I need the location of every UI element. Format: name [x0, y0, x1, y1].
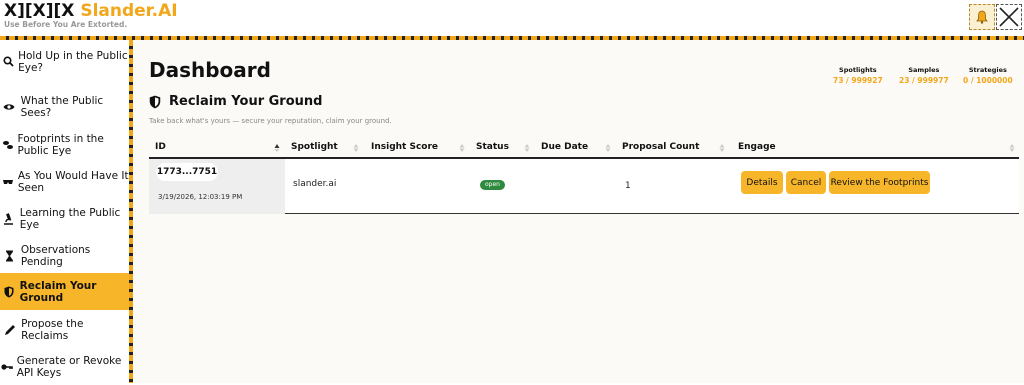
- sort-icon[interactable]: [459, 143, 465, 153]
- stat-value: 23 / 999977: [899, 76, 949, 85]
- sidebar-item-reclaim[interactable]: Reclaim Your Ground: [0, 273, 129, 310]
- reclaims-table: ID Spotlight Insight Score Status Due Da…: [149, 139, 1019, 214]
- status-badge: open: [480, 180, 505, 190]
- brand-name: Slander.AI: [80, 1, 178, 21]
- sidebar-item-label: Propose the Reclaims: [21, 317, 84, 342]
- brand-tagline: Use Before You Are Extorted.: [4, 20, 128, 29]
- sidebar-item-label: As You Would Have It Seen: [17, 169, 129, 194]
- bell-icon: [976, 10, 988, 24]
- sidebar-item-label: Footprints in the Public Eye: [17, 132, 104, 157]
- column-header-engage[interactable]: Engage: [738, 142, 776, 152]
- main-content: Dashboard Spotlights 73 / 999927 Samples…: [133, 40, 1024, 383]
- stat-samples: Samples 23 / 999977: [899, 66, 949, 85]
- sidebar-item-footprints[interactable]: Footprints in the Public Eye: [0, 126, 129, 163]
- sidebar-item-label: Learning the Public Eye: [19, 206, 121, 231]
- shield-icon: [0, 286, 18, 298]
- key-icon: [0, 362, 15, 372]
- notification-button[interactable]: [969, 4, 995, 30]
- sort-icon[interactable]: [524, 143, 530, 153]
- spotlight-cell: slander.ai: [293, 179, 337, 189]
- sidebar-item-public-sees[interactable]: What the Public Sees?: [0, 88, 129, 125]
- stat-spotlights: Spotlights 73 / 999927: [833, 66, 883, 85]
- stat-value: 0 / 1000000: [963, 76, 1013, 85]
- record-date: 3/19/2026, 12:03:19 PM: [158, 193, 243, 201]
- record-id[interactable]: 1773...7751: [156, 163, 218, 181]
- table-header: ID Spotlight Insight Score Status Due Da…: [149, 139, 1019, 159]
- sidebar-item-label: Generate or Revoke API Keys: [16, 354, 122, 379]
- eye-icon: [0, 103, 19, 111]
- stat-label: Samples: [908, 66, 940, 74]
- stat-value: 73 / 999927: [833, 76, 883, 85]
- sort-icon[interactable]: [353, 143, 359, 153]
- footprints-icon: [0, 140, 16, 150]
- proposal-count-cell: 1: [625, 181, 631, 191]
- microscope-icon: [0, 212, 18, 225]
- sort-asc-icon[interactable]: [274, 143, 280, 153]
- brand-mark: X][X][X: [4, 1, 75, 21]
- sidebar-item-label: Reclaim Your Ground: [19, 279, 97, 304]
- sidebar-item-learning[interactable]: Learning the Public Eye: [0, 200, 129, 237]
- close-icon: [999, 7, 1019, 27]
- column-header-proposal-count[interactable]: Proposal Count: [622, 142, 699, 152]
- column-header-status[interactable]: Status: [476, 142, 509, 152]
- column-header-due-date[interactable]: Due Date: [541, 142, 588, 152]
- sort-icon[interactable]: [719, 143, 725, 153]
- sidebar-item-label: What the Public Sees?: [20, 94, 104, 119]
- search-icon: [0, 56, 16, 67]
- column-header-spotlight[interactable]: Spotlight: [291, 142, 338, 152]
- shield-icon: [149, 95, 161, 108]
- section-title-text: Reclaim Your Ground: [169, 94, 323, 109]
- sidebar-item-api-keys[interactable]: Generate or Revoke API Keys: [0, 348, 129, 385]
- stat-label: Spotlights: [839, 66, 877, 74]
- close-button[interactable]: [996, 4, 1022, 30]
- sort-icon[interactable]: [1009, 143, 1015, 153]
- face-icon: [0, 177, 16, 187]
- sidebar-item-label: Observations Pending: [20, 243, 91, 268]
- section-title: Reclaim Your Ground: [149, 94, 322, 109]
- sidebar: Hold Up in the Public Eye? What the Publ…: [0, 40, 129, 383]
- stat-label: Strategies: [968, 66, 1007, 74]
- hourglass-icon: [0, 250, 19, 262]
- review-footprints-button[interactable]: Review the Footprints: [829, 171, 930, 194]
- section-subtitle: Take back what's yours — secure your rep…: [149, 117, 392, 125]
- sidebar-item-hold-up[interactable]: Hold Up in the Public Eye?: [0, 43, 129, 80]
- table-row: 1773...7751 3/19/2026, 12:03:19 PM sland…: [149, 159, 1019, 214]
- sort-icon[interactable]: [605, 143, 611, 153]
- brand-logo[interactable]: X][X][X Slander.AI: [4, 1, 178, 21]
- cancel-button[interactable]: Cancel: [786, 171, 826, 194]
- pencil-icon: [0, 324, 19, 336]
- column-header-insight-score[interactable]: Insight Score: [371, 142, 438, 152]
- column-header-id[interactable]: ID: [155, 142, 166, 152]
- id-cell: 1773...7751 3/19/2026, 12:03:19 PM: [149, 159, 285, 214]
- app-header: X][X][X Slander.AI Use Before You Are Ex…: [0, 0, 1024, 36]
- sidebar-item-observations[interactable]: Observations Pending: [0, 237, 129, 274]
- sidebar-item-label: Hold Up in the Public Eye?: [18, 49, 128, 74]
- stat-strategies: Strategies 0 / 1000000: [963, 66, 1013, 85]
- page-title: Dashboard: [149, 58, 271, 82]
- sidebar-item-propose[interactable]: Propose the Reclaims: [0, 311, 129, 348]
- sidebar-item-as-you-would[interactable]: As You Would Have It Seen: [0, 163, 129, 200]
- details-button[interactable]: Details: [741, 171, 783, 194]
